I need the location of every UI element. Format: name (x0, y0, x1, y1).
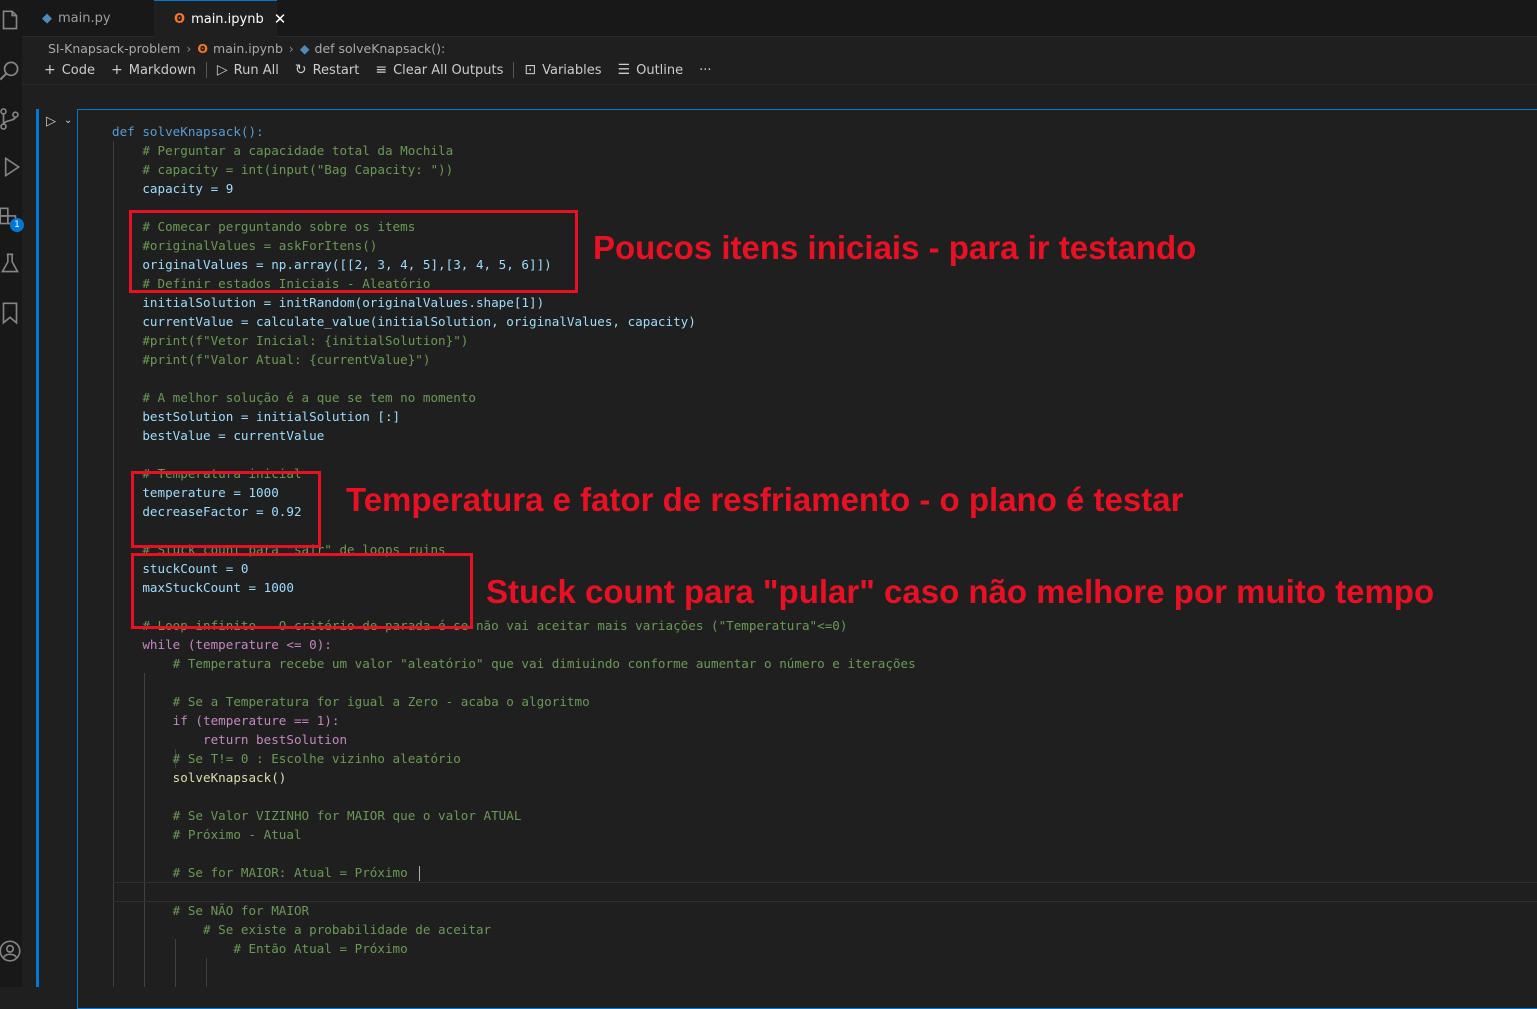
plus-icon: + (111, 62, 123, 78)
cell-focus-indicator (36, 109, 39, 987)
code-text: # Se for MAIOR: Atual = Próximo (112, 865, 416, 880)
run-cell-icon[interactable]: ▷ (46, 114, 56, 129)
annotation-box (131, 553, 473, 629)
add-code-button[interactable]: + Code (44, 62, 95, 78)
code-line: # Perguntar a capacidade total da Mochil… (112, 143, 454, 158)
code-line: # Temperatura recebe um valor "aleatório… (112, 656, 916, 671)
code-line: currentValue = calculate_value(initialSo… (112, 314, 696, 329)
annotation-initial-items: Poucos itens iniciais - para ir testando (593, 229, 1197, 266)
code-line: # Se T!= 0 : Escolhe vizinho aleatório (112, 751, 461, 766)
variables-icon: ⊡ (524, 62, 537, 78)
restart-icon: ↻ (294, 62, 307, 78)
code-line: # Então Atual = Próximo (112, 941, 408, 956)
python-icon: ◆ (299, 40, 310, 56)
code-line: # capacity = int(input("Bag Capacity: ")… (112, 162, 454, 177)
search-icon[interactable] (0, 58, 23, 84)
toolbar-divider (205, 62, 207, 78)
add-code-label: Code (61, 62, 96, 78)
account-icon[interactable] (0, 938, 23, 964)
code-line: solveKnapsack() (112, 770, 287, 785)
code-line: bestValue = currentValue (112, 428, 325, 443)
tab-main-ipynb[interactable]: ʘ main.ipynb ✕ (154, 0, 286, 37)
run-all-button[interactable]: ▷ Run All (217, 62, 279, 78)
tab-label: main.ipynb (191, 11, 264, 27)
code-line: # Se NÃO for MAIOR (112, 903, 310, 918)
code-line: bestSolution = initialSolution [:] (112, 409, 401, 424)
play-icon: ▷ (216, 62, 228, 78)
chevron-right-icon: › (288, 40, 294, 56)
breadcrumb: SI-Knapsack-problem › ʘ main.ipynb › ◆ d… (48, 37, 445, 59)
outline-icon: ☰ (617, 62, 631, 78)
clear-outputs-button[interactable]: ≡ Clear All Outputs (375, 62, 503, 78)
outline-label: Outline (636, 62, 684, 78)
notebook-toolbar: + Code + Markdown ▷ Run All ↻ Restart ≡ … (44, 58, 728, 82)
code-line: # Se a Temperatura for igual a Zero - ac… (112, 694, 590, 709)
code-line: # A melhor solução é a que se tem no mom… (112, 390, 476, 405)
add-markdown-label: Markdown (128, 62, 196, 78)
code-line: # Se existe a probabilidade de aceitar (112, 922, 492, 937)
notebook-icon: ʘ (197, 40, 209, 56)
source-control-icon[interactable] (0, 106, 23, 132)
code-line: capacity = 9 (112, 181, 234, 196)
chevron-right-icon: › (186, 40, 192, 56)
annotation-box (129, 210, 578, 293)
extensions-badge: 1 (10, 218, 24, 232)
indent-guide (206, 958, 207, 987)
bookmarks-icon[interactable] (0, 300, 23, 326)
tab-bar: ◆ main.py ʘ main.ipynb ✕ (22, 0, 1537, 37)
text-cursor (419, 866, 421, 881)
annotation-stuck-count: Stuck count para "pular" caso não melhor… (486, 573, 1435, 610)
tab-label: main.py (58, 10, 111, 26)
plus-icon: + (44, 62, 56, 78)
code-line: def solveKnapsack(): (112, 122, 1532, 141)
code-line: while (temperature <= 0): (112, 637, 332, 652)
restart-button[interactable]: ↻ Restart (295, 62, 359, 78)
toolbar-separator (22, 84, 1537, 85)
code-line: return bestSolution (112, 732, 348, 747)
code-line: # Próximo - Atual (112, 827, 302, 842)
clear-icon: ≡ (375, 62, 388, 78)
run-all-label: Run All (233, 62, 279, 78)
testing-icon[interactable] (0, 251, 23, 277)
code-line: if (temperature == 1): (112, 713, 340, 728)
chevron-down-icon[interactable]: ⌄ (64, 115, 72, 126)
more-icon: ··· (699, 62, 712, 78)
toolbar-divider (513, 62, 515, 78)
annotation-box (131, 471, 321, 548)
code-line: #print(f"Valor Atual: {currentValue}") (112, 352, 431, 367)
code-text: def solveKnapsack(): (112, 124, 264, 139)
close-icon[interactable]: ✕ (274, 10, 287, 28)
breadcrumb-folder[interactable]: SI-Knapsack-problem (48, 41, 180, 56)
code-line: # Se for MAIOR: Atual = Próximo (112, 863, 1532, 882)
breadcrumb-file[interactable]: main.ipynb (213, 41, 283, 56)
breadcrumb-symbol[interactable]: def solveKnapsack(): (315, 41, 446, 56)
run-debug-icon[interactable] (0, 154, 23, 180)
code-line: # Se Valor VIZINHO for MAIOR que o valor… (112, 808, 522, 823)
clear-outputs-label: Clear All Outputs (393, 62, 504, 78)
variables-button[interactable]: ⊡ Variables (524, 62, 601, 78)
add-markdown-button[interactable]: + Markdown (111, 62, 196, 78)
code-line: initialSolution = initRandom(originalVal… (112, 295, 545, 310)
files-icon[interactable] (0, 8, 23, 34)
more-actions-button[interactable]: ··· (699, 63, 711, 78)
tab-main-py[interactable]: ◆ main.py (22, 0, 152, 36)
activity-bar: 1 (0, 0, 24, 987)
outline-button[interactable]: ☰ Outline (618, 62, 684, 78)
python-icon: ◆ (42, 10, 52, 26)
annotation-temperature: Temperatura e fator de resfriamento - o … (346, 481, 1184, 518)
notebook-icon: ʘ (174, 11, 186, 27)
variables-label: Variables (542, 62, 602, 78)
code-line: #print(f"Vetor Inicial: {initialSolution… (112, 333, 469, 348)
restart-label: Restart (312, 62, 360, 78)
